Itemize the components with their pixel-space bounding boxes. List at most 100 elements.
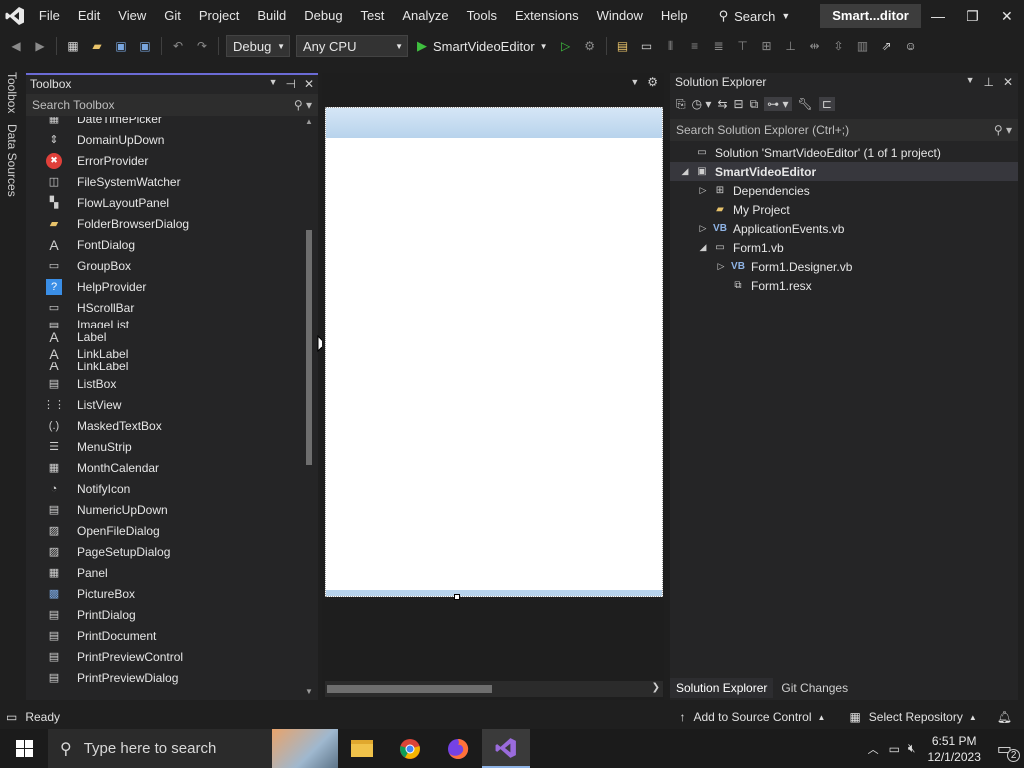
dropdown-icon[interactable]: ▼ bbox=[966, 75, 975, 89]
scroll-down-icon[interactable]: ▼ bbox=[305, 687, 313, 696]
tab-dropdown-icon[interactable]: ▼ bbox=[630, 77, 639, 87]
hot-reload-icon[interactable]: ⚙ bbox=[580, 36, 600, 56]
back-icon[interactable]: ◀ bbox=[6, 36, 26, 56]
undo-icon[interactable]: ↶ bbox=[168, 36, 188, 56]
align-bottom-icon[interactable]: ⊥ bbox=[781, 36, 801, 56]
toolbox-item[interactable]: ◫ FileSystemWatcher bbox=[26, 171, 304, 192]
tree-item[interactable]: ◢ ▣ SmartVideoEditor bbox=[670, 162, 1018, 181]
tab-git-changes[interactable]: Git Changes bbox=[775, 678, 854, 698]
new-project-icon[interactable]: ▦ bbox=[63, 36, 83, 56]
volume-mute-icon[interactable]: 🔇︎ bbox=[904, 741, 920, 756]
toolbox-item[interactable]: A LinkLabel bbox=[26, 362, 304, 373]
expander-icon[interactable]: ◢ bbox=[694, 242, 712, 253]
tree-item[interactable]: ▷ VB ApplicationEvents.vb bbox=[670, 219, 1018, 238]
pin-icon[interactable]: ⊥ bbox=[983, 75, 993, 89]
save-all-icon[interactable]: ▣ bbox=[135, 36, 155, 56]
align-right-icon[interactable]: ≣ bbox=[709, 36, 729, 56]
collapse-all-icon[interactable]: ⊟ bbox=[734, 97, 744, 111]
show-hidden-icons-icon[interactable]: ︿ bbox=[862, 741, 885, 757]
expander-icon[interactable]: ◢ bbox=[676, 166, 694, 177]
tree-item[interactable]: ◢ ▭ Form1.vb bbox=[670, 238, 1018, 257]
align-top-icon[interactable]: ⊤ bbox=[733, 36, 753, 56]
menu-item-help[interactable]: Help bbox=[652, 0, 697, 32]
toolbox-item[interactable]: ▭ HScrollBar bbox=[26, 297, 304, 318]
toolbox-item[interactable]: (.) MaskedTextBox bbox=[26, 415, 304, 436]
toolbox-item[interactable]: ▦ Panel bbox=[26, 562, 304, 583]
tab-order-icon[interactable]: ▥ bbox=[853, 36, 873, 56]
solution-explorer-search-input[interactable]: Search Solution Explorer (Ctrl+;) ⚲ ▾ bbox=[670, 119, 1018, 141]
menu-item-test[interactable]: Test bbox=[352, 0, 394, 32]
history-icon[interactable]: ◷ ▾ bbox=[692, 97, 712, 111]
taskbar-chrome[interactable] bbox=[386, 729, 434, 768]
toolbox-item[interactable]: ▤ NumericUpDown bbox=[26, 499, 304, 520]
close-icon[interactable]: ✕ bbox=[1003, 75, 1013, 89]
expander-icon[interactable]: ▷ bbox=[694, 185, 712, 196]
start-without-debugging-icon[interactable]: ▷ bbox=[556, 36, 576, 56]
taskbar-search-box[interactable]: ⚲ Type here to search bbox=[48, 729, 338, 768]
toolbox-item[interactable]: A FontDialog bbox=[26, 234, 304, 255]
solution-name-badge[interactable]: Smart...ditor bbox=[820, 4, 921, 28]
sync-icon[interactable]: ⇆ bbox=[717, 97, 727, 111]
notifications-bell-icon[interactable]: 🔔︎ bbox=[997, 710, 1012, 724]
designer-horizontal-scrollbar[interactable]: ❯ bbox=[325, 681, 663, 697]
taskbar-clock[interactable]: 6:51 PM 12/1/2023 bbox=[919, 733, 988, 765]
toolbox-item[interactable]: ▤ PrintDocument bbox=[26, 625, 304, 646]
toolbox-item[interactable]: ⋮⋮ ListView bbox=[26, 394, 304, 415]
close-button[interactable]: ✕ bbox=[990, 0, 1024, 32]
close-icon[interactable]: ✕ bbox=[304, 77, 314, 91]
toolbox-item[interactable]: ▨ OpenFileDialog bbox=[26, 520, 304, 541]
toolbox-item[interactable]: A Label bbox=[26, 328, 304, 345]
toolbox-scrollbar[interactable]: ▲ ▼ bbox=[304, 117, 314, 700]
align-center-icon[interactable]: ≡ bbox=[685, 36, 705, 56]
toolbox-item[interactable]: ⇕ DomainUpDown bbox=[26, 129, 304, 150]
data-sources-side-tab[interactable]: Data Sources bbox=[5, 124, 19, 197]
tree-item[interactable]: ▭ Solution 'SmartVideoEditor' (1 of 1 pro… bbox=[670, 143, 1018, 162]
toolbox-item[interactable]: ? HelpProvider bbox=[26, 276, 304, 297]
toolbox-search-input[interactable]: Search Toolbox ⚲ ▾ bbox=[26, 94, 318, 116]
platform-select[interactable]: Any CPU ▼ bbox=[296, 35, 408, 57]
align-middle-icon[interactable]: ⊞ bbox=[757, 36, 777, 56]
menu-item-analyze[interactable]: Analyze bbox=[393, 0, 457, 32]
redo-icon[interactable]: ↷ bbox=[192, 36, 212, 56]
filter-icon[interactable]: ⊶ ▾ bbox=[764, 97, 792, 111]
menu-item-edit[interactable]: Edit bbox=[69, 0, 109, 32]
form1-title-bar[interactable] bbox=[326, 108, 662, 138]
toolbox-item[interactable]: ▦ MonthCalendar bbox=[26, 457, 304, 478]
taskbar-visual-studio[interactable] bbox=[482, 729, 530, 768]
chevron-right-icon[interactable]: ❯ bbox=[652, 682, 660, 693]
toolbox-item[interactable]: ▤ PrintDialog bbox=[26, 604, 304, 625]
solution-folder-icon[interactable]: ▤ bbox=[613, 36, 633, 56]
toolbox-item[interactable]: ▚ FlowLayoutPanel bbox=[26, 192, 304, 213]
toolbox-item[interactable]: ▭ GroupBox bbox=[26, 255, 304, 276]
toolbox-item[interactable]: ▦ DateTimePicker bbox=[26, 117, 304, 129]
layout-icon[interactable]: ▭ bbox=[637, 36, 657, 56]
save-icon[interactable]: ▣ bbox=[111, 36, 131, 56]
gear-icon[interactable]: ⚙ bbox=[647, 75, 658, 89]
toolbox-item[interactable]: ▤ PrintPreviewControl bbox=[26, 646, 304, 667]
menu-item-debug[interactable]: Debug bbox=[295, 0, 351, 32]
menu-item-git[interactable]: Git bbox=[155, 0, 190, 32]
toolbox-item[interactable]: ◔ NotifyIcon bbox=[26, 478, 304, 499]
tab-solution-explorer[interactable]: Solution Explorer bbox=[670, 678, 774, 698]
preview-icon[interactable]: ⊏ bbox=[818, 97, 835, 111]
switch-views-icon[interactable]: ⎘ bbox=[676, 97, 686, 112]
menu-item-window[interactable]: Window bbox=[588, 0, 652, 32]
menu-item-view[interactable]: View bbox=[109, 0, 155, 32]
account-icon[interactable]: ☺ bbox=[901, 36, 921, 56]
toolbox-item[interactable]: ▩ PictureBox bbox=[26, 583, 304, 604]
configuration-select[interactable]: Debug ▼ bbox=[226, 35, 290, 57]
menu-item-tools[interactable]: Tools bbox=[458, 0, 506, 32]
dropdown-icon[interactable]: ▼ bbox=[269, 77, 278, 91]
show-all-files-icon[interactable]: ⧉ bbox=[750, 97, 759, 112]
size-icon[interactable]: ⇳ bbox=[829, 36, 849, 56]
toolbox-item[interactable]: A LinkLabel bbox=[26, 345, 304, 362]
expander-icon[interactable]: ▷ bbox=[694, 223, 712, 234]
taskbar-file-explorer[interactable] bbox=[338, 729, 386, 768]
toolbox-item[interactable]: ▨ PageSetupDialog bbox=[26, 541, 304, 562]
align-left-icon[interactable]: ⫴ bbox=[661, 36, 681, 56]
open-folder-icon[interactable]: ▰ bbox=[87, 36, 107, 56]
tree-item[interactable]: ▷ VB Form1.Designer.vb bbox=[670, 257, 1018, 276]
toolbox-item[interactable]: ▤ PrintPreviewDialog bbox=[26, 667, 304, 688]
form1-design-surface[interactable] bbox=[325, 107, 663, 600]
search-box[interactable]: ⚲ Search ▼ bbox=[711, 4, 799, 28]
